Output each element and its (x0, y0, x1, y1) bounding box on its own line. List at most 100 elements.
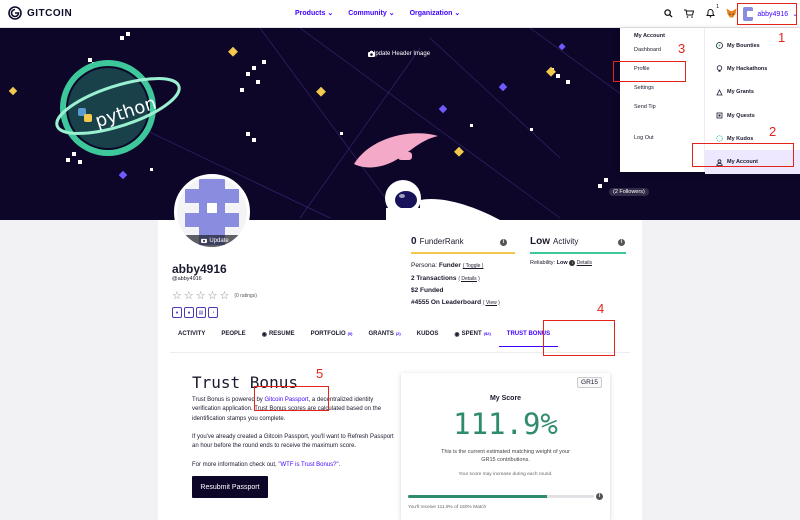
chevron-down-icon: ⌄ (454, 10, 461, 17)
nav-organization-label: Organization (409, 9, 453, 17)
menu-item-send-tip[interactable]: Send Tip (634, 103, 704, 122)
astronaut-illustration (385, 180, 500, 220)
info-icon[interactable]: i (500, 239, 507, 246)
info-icon[interactable]: i (569, 260, 576, 266)
nav-organization[interactable]: Organization ⌄ (409, 9, 461, 18)
social-links: ♦ ● ▤ ◔ (172, 307, 218, 318)
page: GITCOIN Products ⌄ Community ⌄ Organizatio… (0, 0, 800, 520)
metamask-fox-icon[interactable] (725, 7, 737, 19)
tab-label: ACTIVITY (178, 331, 206, 337)
annotation-box-1 (737, 3, 797, 25)
bell-icon[interactable]: 1 (704, 4, 719, 19)
nav-community-label: Community (348, 9, 387, 17)
resubmit-passport-button[interactable]: Resubmit Passport (192, 476, 268, 498)
funder-rank-underline (411, 252, 515, 254)
transactions-label: 2 Transactions (411, 274, 457, 282)
menu-item-settings[interactable]: Settings (634, 84, 704, 103)
update-header-image-button[interactable]: Update Header Image (368, 51, 430, 57)
my-score-value: 111.9% (453, 407, 558, 441)
dropdown-heading: My Account (634, 33, 665, 39)
eye-icon: ◉ (261, 332, 267, 338)
annotation-box-4 (543, 320, 615, 356)
nav-community[interactable]: Community ⌄ (348, 9, 395, 18)
transactions-details-link[interactable]: ( Details ) (458, 276, 479, 282)
reliability-details-link[interactable]: Details (577, 260, 592, 266)
cart-icon[interactable] (683, 7, 695, 19)
info-icon[interactable]: i (596, 493, 603, 500)
profile-handle: abby4916 (172, 262, 227, 276)
annotation-number-4: 4 (597, 301, 605, 316)
trust-bonus-paragraph-2: If you've already created a Gitcoin Pass… (192, 434, 394, 450)
notification-count: 1 (716, 4, 719, 10)
menu-item-my-bounties[interactable]: My Bounties (705, 34, 800, 57)
annotation-number-5: 5 (316, 366, 324, 381)
discord-icon[interactable]: ● (184, 307, 194, 318)
chevron-down-icon: ⌄ (388, 10, 395, 17)
star-icon: ☆ (195, 290, 206, 302)
star-icon: ☆ (172, 290, 182, 302)
activity-underline (530, 252, 626, 254)
funder-rank-label: FunderRank (419, 237, 464, 246)
top-navbar: GITCOIN Products ⌄ Community ⌄ Organizatio… (0, 0, 800, 28)
score-card: GR15 My Score 111.9% This is the current… (401, 373, 610, 520)
tab-grants[interactable]: GRANTS (2) (361, 331, 409, 347)
annotation-number-2: 2 (769, 124, 777, 139)
nav-products[interactable]: Products ⌄ (295, 9, 334, 18)
print-icon[interactable]: ▤ (196, 307, 206, 318)
menu-item-my-hackathons[interactable]: My Hackathons (705, 57, 800, 80)
leaderboard-row: #4555 On Leaderboard ( View ) (411, 297, 500, 310)
ratings-count: (0 ratings) (234, 292, 257, 299)
match-progress-fill (408, 495, 547, 498)
toggle-persona-link[interactable]: ( Toggle ) (463, 263, 484, 269)
gitcoin-logo[interactable]: GITCOIN (8, 6, 72, 20)
avatar-pixel (207, 203, 217, 213)
lightbulb-icon (716, 65, 723, 73)
funded-row: $2 Funded (411, 285, 500, 297)
tab-activity[interactable]: ACTIVITY (170, 331, 213, 347)
python-sticker: python (55, 60, 181, 156)
profile-tabs: ACTIVITY PEOPLE ◉ RESUME PORTFOLIO (0) GRA… (170, 331, 559, 347)
quest-icon (716, 112, 723, 119)
chevron-down-icon: ⌄ (327, 10, 334, 17)
tab-label: RESUME (268, 331, 295, 337)
leaderboard-label: #4555 On Leaderboard (411, 298, 482, 306)
trust-bonus-paragraph-3: For more information check out, "WTF is … (192, 461, 400, 470)
transactions-row: 2 Transactions ( Details ) (411, 273, 500, 286)
github-icon[interactable]: ◔ (208, 307, 218, 318)
update-header-label: Update Header Image (371, 51, 431, 57)
nav-icons: 1 (662, 4, 737, 19)
ethereum-icon[interactable]: ♦ (172, 307, 182, 318)
annotation-box-5 (254, 386, 329, 411)
leaderboard-view-link[interactable]: ( View ) (483, 300, 500, 306)
tab-count: ($2) (483, 331, 491, 336)
tab-people[interactable]: PEOPLE (213, 331, 253, 347)
kudos-icon (716, 135, 723, 143)
tab-portfolio[interactable]: PORTFOLIO (0) (303, 331, 361, 347)
tab-resume[interactable]: ◉ RESUME (254, 331, 303, 347)
persona-label: Persona: (411, 262, 438, 269)
activity-level: Low (530, 236, 550, 247)
info-icon[interactable]: i (618, 239, 625, 246)
funder-rank-value: 0 (411, 236, 417, 247)
star-icon: ☆ (183, 290, 194, 302)
annotation-box-3 (613, 61, 686, 82)
tab-label: KUDOS (416, 331, 439, 337)
wtf-trust-bonus-link[interactable]: "WTF is Trust Bonus?" (278, 462, 338, 468)
grants-icon (716, 88, 723, 96)
tab-count: (2) (395, 331, 401, 336)
tab-spent[interactable]: ◉ SPENT ($2) (446, 331, 498, 347)
tab-kudos[interactable]: KUDOS (409, 331, 447, 347)
menu-item-my-grants[interactable]: My Grants (705, 81, 800, 104)
menu-item-my-quests[interactable]: My Quests (705, 104, 800, 127)
p3-text-end: . (338, 462, 341, 468)
funder-rank-heading: 0 FunderRank (411, 236, 464, 247)
menu-item-label: My Grants (727, 89, 754, 96)
match-progress-bar (408, 495, 594, 498)
tab-count: (0) (347, 331, 353, 336)
p3-text: For more information check out, (192, 462, 279, 468)
search-icon[interactable] (662, 7, 674, 19)
followers-count[interactable]: (2 Followers) (609, 188, 649, 196)
profile-avatar: Update (174, 174, 250, 250)
reliability-label: Reliability: (530, 260, 556, 266)
star-icon: ☆ (207, 290, 218, 302)
